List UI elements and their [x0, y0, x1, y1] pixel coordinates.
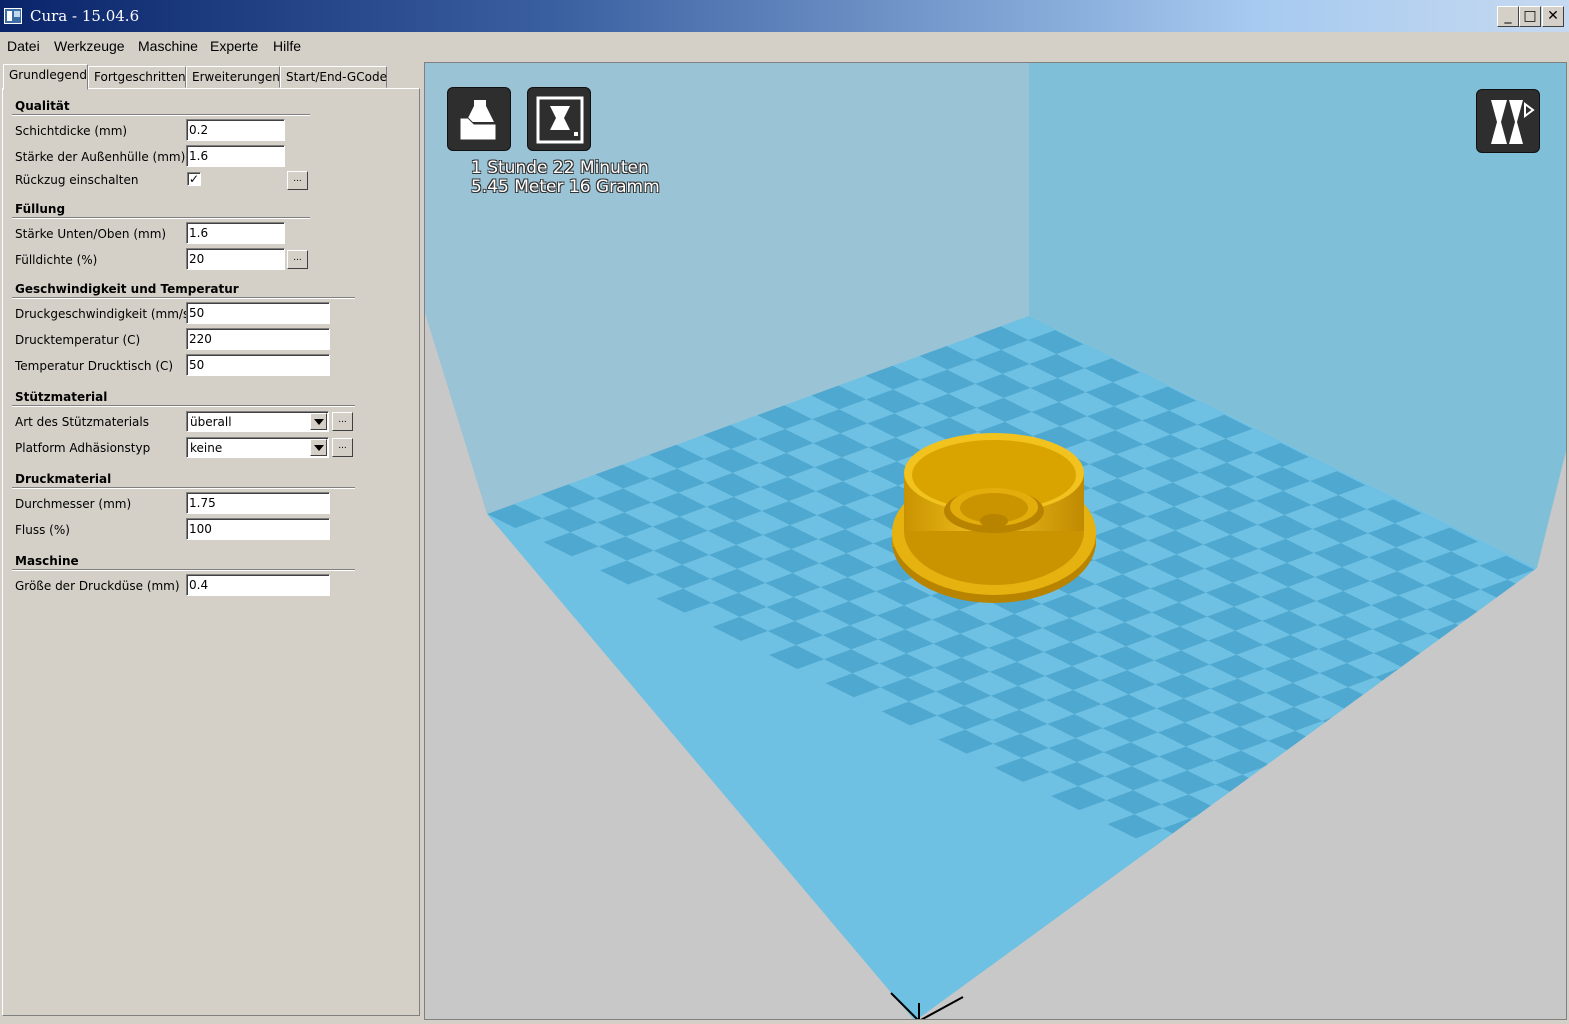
- title-bar[interactable]: Cura - 15.04.6 _ □ ✕: [0, 0, 1569, 32]
- fill-settings-button[interactable]: ...: [287, 250, 308, 269]
- model[interactable]: [892, 433, 1096, 603]
- section-divider: [12, 487, 355, 489]
- support-type-value: überall: [190, 415, 232, 429]
- save-toolpath-icon: [536, 96, 584, 144]
- bottom-top-thickness-label: Stärke Unten/Oben (mm): [15, 227, 167, 241]
- print-temperature-label: Drucktemperatur (C): [15, 333, 141, 347]
- adhesion-type-label: Platform Adhäsionstyp: [15, 441, 151, 455]
- 3d-viewport[interactable]: 1 Stunde 22 Minuten 5.45 Meter 16 Gramm: [424, 62, 1567, 1020]
- section-divider: [12, 114, 310, 116]
- layer-height-input[interactable]: 0.2: [186, 119, 285, 141]
- section-divider: [12, 297, 355, 299]
- fill-density-label: Fülldichte (%): [15, 253, 98, 267]
- retraction-settings-button[interactable]: ...: [287, 171, 308, 190]
- bed-temperature-input[interactable]: 50: [186, 354, 330, 376]
- print-temperature-input[interactable]: 220: [186, 328, 330, 350]
- section-divider: [12, 569, 355, 571]
- print-speed-input[interactable]: 50: [186, 302, 330, 324]
- section-title-support: Stützmaterial: [15, 390, 108, 404]
- section-title-filament: Druckmaterial: [15, 472, 112, 486]
- load-model-button[interactable]: [447, 87, 511, 151]
- print-speed-label: Druckgeschwindigkeit (mm/s): [15, 307, 194, 321]
- section-divider: [12, 405, 355, 407]
- flow-input[interactable]: 100: [186, 518, 330, 540]
- section-title-fill: Füllung: [15, 202, 66, 216]
- chevron-down-icon[interactable]: [310, 413, 327, 430]
- tab-erweiterungen[interactable]: Erweiterungen: [186, 66, 280, 88]
- viewport-scene: [425, 63, 1566, 1019]
- tab-start-end-gcode[interactable]: Start/End-GCode: [280, 66, 387, 88]
- print-time: 1 Stunde 22 Minuten: [471, 158, 649, 178]
- tab-fortgeschritten[interactable]: Fortgeschritten: [88, 66, 186, 88]
- layer-height-label: Schichtdicke (mm): [15, 124, 128, 138]
- section-title-machine: Maschine: [15, 554, 79, 568]
- load-model-icon: [459, 100, 497, 141]
- support-settings-button[interactable]: ...: [332, 412, 353, 431]
- menu-experte[interactable]: Experte: [210, 38, 258, 54]
- cura-window: Cura - 15.04.6 _ □ ✕ Datei Werkzeuge Mas…: [0, 0, 1569, 1024]
- window-title: Cura - 15.04.6: [30, 7, 140, 25]
- section-title-quality: Qualität: [15, 99, 70, 113]
- save-toolpath-button[interactable]: [527, 87, 591, 151]
- shell-thickness-input[interactable]: 1.6: [186, 145, 285, 167]
- menu-maschine[interactable]: Maschine: [138, 38, 198, 54]
- support-type-select[interactable]: überall: [186, 411, 329, 432]
- section-title-speed: Geschwindigkeit und Temperatur: [15, 282, 239, 296]
- print-material: 5.45 Meter 16 Gramm: [471, 177, 660, 197]
- chevron-down-icon[interactable]: [310, 439, 327, 456]
- minimize-button[interactable]: _: [1497, 6, 1519, 27]
- menu-werkzeuge[interactable]: Werkzeuge: [54, 38, 125, 54]
- nozzle-size-input[interactable]: 0.4: [186, 574, 330, 596]
- filament-diameter-input[interactable]: 1.75: [186, 492, 330, 514]
- menu-hilfe[interactable]: Hilfe: [273, 38, 301, 54]
- print-estimate: 1 Stunde 22 Minuten 5.45 Meter 16 Gramm: [471, 159, 660, 197]
- bottom-top-thickness-input[interactable]: 1.6: [186, 222, 285, 244]
- adhesion-settings-button[interactable]: ...: [332, 438, 353, 457]
- maximize-button[interactable]: □: [1519, 6, 1541, 27]
- menu-bar: Datei Werkzeuge Maschine Experte Hilfe: [0, 32, 1569, 60]
- fill-density-input[interactable]: 20: [186, 248, 285, 270]
- section-divider: [12, 217, 310, 219]
- app-icon: [4, 8, 22, 24]
- tab-grundlegend[interactable]: Grundlegend: [3, 64, 88, 90]
- retraction-checkbox[interactable]: ✓: [187, 172, 201, 186]
- nozzle-size-label: Größe der Druckdüse (mm): [15, 579, 180, 593]
- menu-datei[interactable]: Datei: [7, 38, 40, 54]
- retraction-label: Rückzug einschalten: [15, 173, 139, 187]
- view-mode-button[interactable]: [1476, 89, 1540, 153]
- shell-thickness-label: Stärke der Außenhülle (mm): [15, 150, 186, 164]
- bed-temperature-label: Temperatur Drucktisch (C): [15, 359, 174, 373]
- flow-label: Fluss (%): [15, 523, 70, 537]
- view-mode-icon: [1491, 100, 1535, 144]
- close-button[interactable]: ✕: [1542, 6, 1564, 27]
- adhesion-type-value: keine: [190, 441, 223, 455]
- filament-diameter-label: Durchmesser (mm): [15, 497, 132, 511]
- support-type-label: Art des Stützmaterials: [15, 415, 149, 429]
- adhesion-type-select[interactable]: keine: [186, 437, 329, 458]
